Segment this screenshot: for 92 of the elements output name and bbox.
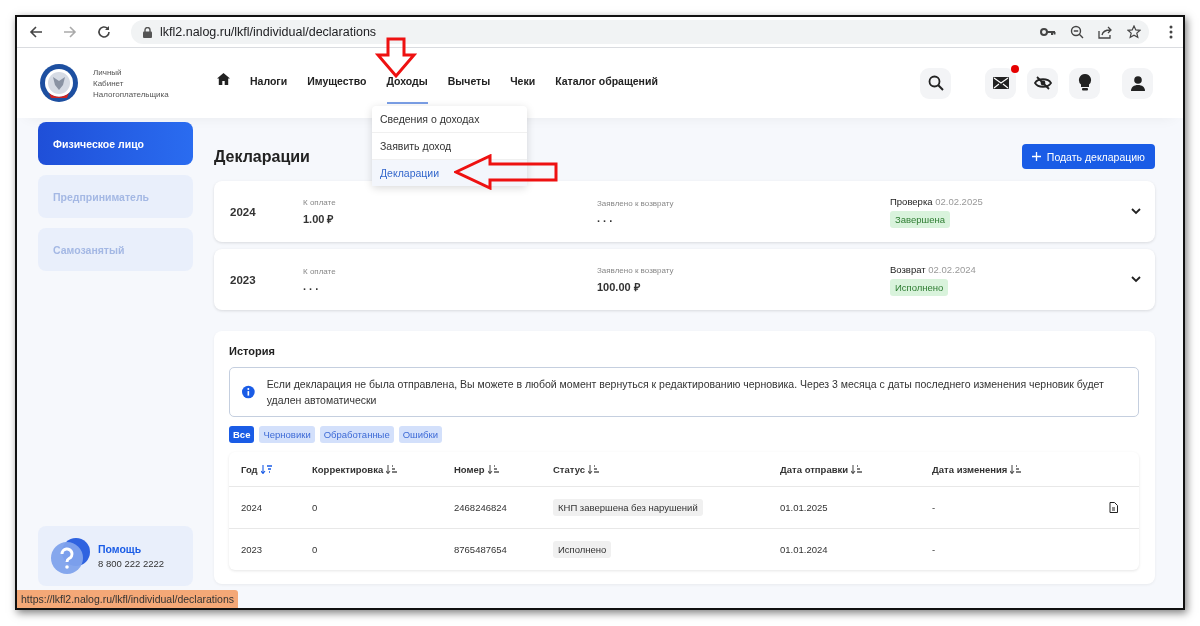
column-header[interactable]: Дата отправки <box>780 463 849 475</box>
filter-chip[interactable]: Все <box>229 426 255 443</box>
table-cell-text: 2468246824 <box>454 502 508 513</box>
logo-text: Кабинет <box>93 77 125 89</box>
document-icon[interactable] <box>1109 502 1118 513</box>
bulb-icon <box>1077 74 1092 92</box>
key-icon[interactable] <box>1040 27 1056 37</box>
status-chip: КНП завершена без нарушений <box>553 499 703 516</box>
field-label: Заявлено к возврату <box>597 265 674 275</box>
filter-chip[interactable]: Черновики <box>259 426 315 443</box>
field-label: Заявлено к возврату <box>597 199 674 208</box>
menu-item[interactable]: Декларации <box>372 160 527 186</box>
emblem-logo[interactable] <box>39 63 79 103</box>
plus-icon <box>1031 152 1041 161</box>
chevron-down-icon[interactable] <box>1131 208 1141 215</box>
menu-icon[interactable] <box>1169 25 1173 39</box>
table-cell-text: 01.01.2024 <box>780 544 829 555</box>
table-cell-text: 2023 <box>241 544 264 555</box>
logo-text: Налогоплательщика <box>93 88 169 100</box>
star-icon[interactable] <box>1127 25 1141 39</box>
help-icon <box>50 535 92 577</box>
table-cell-text: 01.01.2025 <box>780 502 829 513</box>
status-chip: Завершена <box>890 210 950 228</box>
filter-chip[interactable]: Ошибки <box>398 426 442 443</box>
sort-icon[interactable] <box>260 464 272 474</box>
year-text: 2024 <box>230 205 257 218</box>
sidebar-item[interactable]: Физическое лицо <box>38 122 193 165</box>
arrow-annotation <box>375 37 417 79</box>
stage-text: Проверка <box>890 195 933 207</box>
nav-link[interactable]: Вычеты <box>447 71 491 104</box>
amount-text: 100.00 ₽ <box>597 279 640 294</box>
nav-link[interactable]: Доходы <box>386 71 428 104</box>
bulb-button[interactable] <box>1069 67 1100 99</box>
help-card[interactable]: Помощь 8 800 222 2222 <box>38 526 193 586</box>
share-icon[interactable] <box>1098 25 1113 39</box>
year-text: 2023 <box>230 273 257 286</box>
help-title: Помощь <box>98 543 143 555</box>
nav-link[interactable]: Каталог обращений <box>555 71 658 104</box>
menu-item[interactable]: Сведения о доходах <box>372 106 527 133</box>
mail-icon <box>992 77 1009 89</box>
amount-text: . . . <box>597 212 613 224</box>
reload-icon[interactable] <box>97 25 111 39</box>
date-text: 02.02.2025 <box>935 195 983 207</box>
search-icon <box>927 75 944 91</box>
section-title: История <box>229 345 276 357</box>
column-header[interactable]: Год <box>241 463 258 475</box>
table-cell-text: 0 <box>312 502 319 513</box>
field-label: К оплате <box>303 197 336 207</box>
status-chip: Исполнено <box>890 278 949 296</box>
table-cell-text: 2024 <box>241 502 264 513</box>
submit-declaration-button[interactable]: Подать декларацию <box>1021 144 1155 169</box>
status-url-tooltip: https://lkfl2.nalog.ru/lkfl/individual/declarations <box>17 590 239 608</box>
sort-icon[interactable] <box>851 464 863 474</box>
column-header[interactable]: Дата изменения <box>932 463 1008 475</box>
table-cell-text: - <box>932 502 937 513</box>
profile-button[interactable] <box>1122 67 1153 99</box>
filter-chip[interactable]: Обработанные <box>319 426 394 443</box>
home-icon[interactable] <box>217 73 230 85</box>
field-label: К оплате <box>303 267 336 276</box>
logo-text: Личный <box>93 66 123 78</box>
column-header[interactable]: Статус <box>553 463 586 475</box>
mail-button[interactable] <box>985 67 1016 99</box>
stage-text: Возврат <box>890 263 926 275</box>
column-header[interactable]: Номер <box>454 463 485 475</box>
page-title: Декларации <box>214 147 310 166</box>
search-button[interactable] <box>920 67 951 99</box>
table-cell-text: 0 <box>312 544 319 555</box>
hide-icon <box>1033 76 1052 90</box>
nav-link[interactable]: Чеки <box>510 71 536 104</box>
column-header[interactable]: Корректировка <box>312 463 384 475</box>
sort-icon[interactable] <box>386 464 398 474</box>
sort-icon[interactable] <box>588 464 600 474</box>
table-cell-text: 8765487654 <box>454 544 508 555</box>
info-text: Если декларация не была отправлена, Вы можете в любой момент вернуться к редактированию черновика. Через 3 месяца с даты последнего изменения черновик будет удален автоматически <box>266 377 1105 408</box>
back-icon[interactable] <box>29 25 43 39</box>
nav-link[interactable]: Налоги <box>250 71 288 104</box>
chevron-down-icon[interactable] <box>1131 276 1141 283</box>
amount-text: 1.00 ₽ <box>303 211 334 226</box>
info-icon <box>242 385 255 399</box>
status-chip: Исполнено <box>553 541 612 558</box>
table-cell-text: - <box>932 544 937 555</box>
profile-icon <box>1130 75 1145 91</box>
sort-icon[interactable] <box>1010 464 1022 474</box>
lock-icon[interactable] <box>143 26 152 38</box>
hide-button[interactable] <box>1027 67 1058 99</box>
sort-icon[interactable] <box>487 464 499 474</box>
amount-text: . . . <box>303 280 319 292</box>
zoom-out-icon[interactable] <box>1070 25 1084 39</box>
date-text: 02.02.2024 <box>928 263 976 275</box>
address-bar[interactable]: lkfl2.nalog.ru/lkfl/individual/declarations <box>131 20 1149 44</box>
help-phone: 8 800 222 2222 <box>98 558 165 569</box>
nav-link[interactable]: Имущество <box>307 71 367 104</box>
